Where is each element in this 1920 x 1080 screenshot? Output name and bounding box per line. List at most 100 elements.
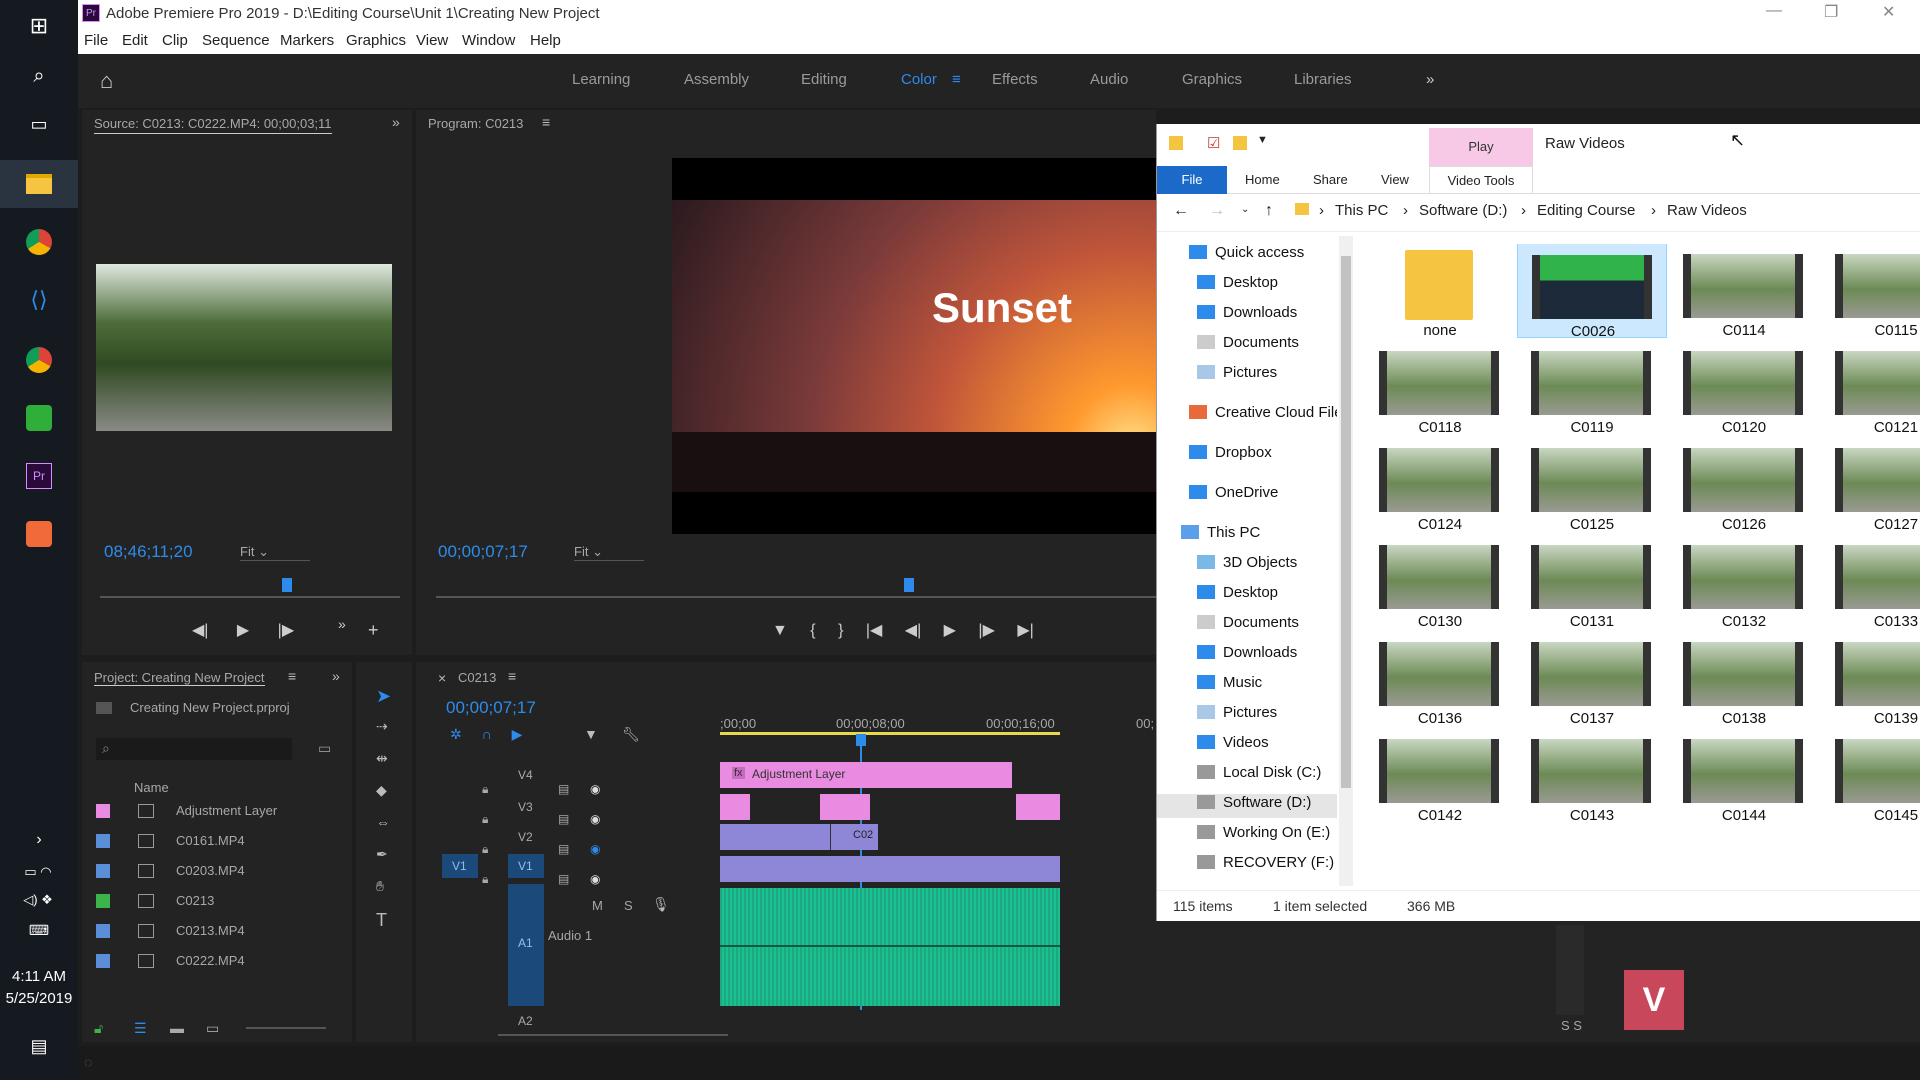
program-scrubber[interactable] xyxy=(436,596,1156,598)
project-menu-icon[interactable]: ≡ xyxy=(288,668,296,684)
file-thumbnail[interactable]: C0124 xyxy=(1375,436,1515,533)
menu-file[interactable]: File xyxy=(84,32,108,49)
track-output-icons[interactable]: ▤ ▤ ▤ ▤ xyxy=(558,774,569,894)
file-thumbnail[interactable]: C0131 xyxy=(1517,533,1667,630)
track-v2-label[interactable]: V2 xyxy=(518,830,533,844)
chrome-canary-icon[interactable] xyxy=(19,340,59,380)
workspace-color[interactable]: Color xyxy=(901,71,937,88)
nav-item[interactable]: Dropbox xyxy=(1189,444,1272,468)
pen-tool-icon[interactable]: ✒ xyxy=(376,846,388,863)
ribbon-tab-home[interactable]: Home xyxy=(1245,172,1280,187)
ripple-edit-tool-icon[interactable]: ⇹ xyxy=(376,750,388,767)
track-eye-icons[interactable]: ◉ ◉ ◉ ◉ xyxy=(590,774,600,894)
ribbon-context-play[interactable]: Play xyxy=(1429,128,1533,166)
slip-tool-icon[interactable]: ⇔ xyxy=(376,814,390,830)
nav-item[interactable]: Downloads xyxy=(1197,644,1297,668)
project-item-row[interactable]: C0213 xyxy=(96,890,326,914)
file-thumbnail[interactable]: C0125 xyxy=(1517,436,1667,533)
source-transport-controls[interactable]: ◀| ▶ |▶ xyxy=(192,620,294,640)
taskbar-clock[interactable]: 4:11 AM 5/25/2019 xyxy=(0,966,78,1010)
file-thumbnail[interactable]: C0114 xyxy=(1669,244,1819,339)
timeline-toggle-icons[interactable]: ✲ ∩ ▶︎ xyxy=(450,726,522,743)
project-item-row[interactable]: C0222.MP4 xyxy=(96,950,326,974)
home-icon[interactable]: ⌂ xyxy=(100,68,113,94)
menu-help[interactable]: Help xyxy=(530,32,561,49)
file-thumbnail[interactable]: C0145 xyxy=(1821,727,1920,824)
menu-window[interactable]: Window xyxy=(462,32,515,49)
workspace-graphics[interactable]: Graphics xyxy=(1182,71,1242,88)
timeline-timecode[interactable]: 00;00;07;17 xyxy=(446,698,536,718)
source-scrubber[interactable] xyxy=(100,596,400,598)
type-tool-icon[interactable]: T xyxy=(376,910,387,931)
close-sequence-icon[interactable]: × xyxy=(438,670,446,686)
nav-item[interactable]: Local Disk (C:) xyxy=(1197,764,1321,788)
nav-item[interactable]: Pictures xyxy=(1197,364,1277,388)
v1-clip-track[interactable] xyxy=(720,856,1060,882)
nav-item[interactable]: This PC xyxy=(1181,524,1260,548)
nav-item[interactable]: Software (D:) xyxy=(1157,794,1337,818)
minimize-icon[interactable]: — xyxy=(1766,2,1782,20)
sequence-menu-icon[interactable]: ≡ xyxy=(508,668,516,684)
file-thumbnail[interactable]: C0127 xyxy=(1821,436,1920,533)
forward-icon[interactable]: → xyxy=(1209,202,1225,220)
menu-sequence[interactable]: Sequence xyxy=(202,32,270,49)
program-transport-controls[interactable]: ▼ { } |◀ ◀| ▶ |▶ ▶| xyxy=(772,620,1034,640)
workspace-audio[interactable]: Audio xyxy=(1090,71,1128,88)
address-bar[interactable]: › This PC › Software (D:) › Editing Cour… xyxy=(1295,200,1920,226)
project-item-row[interactable]: Adjustment Layer xyxy=(96,800,326,824)
file-thumbnail[interactable]: C0138 xyxy=(1669,630,1819,727)
ribbon-tab-file[interactable]: File xyxy=(1157,166,1227,194)
file-thumbnail[interactable]: C0130 xyxy=(1375,533,1515,630)
program-monitor-title[interactable]: Program: C0213 xyxy=(428,116,523,131)
search-icon[interactable]: ⌕ xyxy=(19,56,59,96)
new-bin-icon[interactable]: ▭ xyxy=(318,740,331,757)
file-thumbnail[interactable]: C0120 xyxy=(1669,339,1819,436)
camtasia-icon[interactable] xyxy=(19,398,59,438)
track-lock-icons[interactable]: 🔒︎ 🔒︎ 🔒︎ 🔒︎ xyxy=(482,774,488,894)
nav-item[interactable]: Downloads xyxy=(1197,304,1297,328)
nav-scrollbar-thumb[interactable] xyxy=(1341,256,1351,788)
file-thumbnail[interactable]: C0119 xyxy=(1517,339,1667,436)
workspace-menu-icon[interactable]: ≡ xyxy=(952,71,961,88)
file-thumbnail[interactable]: C0026 xyxy=(1517,244,1667,340)
recent-locations-icon[interactable]: ⌄ xyxy=(1241,204,1249,215)
file-thumbnail[interactable]: C0142 xyxy=(1375,727,1515,824)
quick-access-dropdown-icon[interactable]: ▼ xyxy=(1257,134,1268,146)
nav-item[interactable]: Documents xyxy=(1197,334,1299,358)
zoom-slider[interactable] xyxy=(246,1027,326,1029)
program-menu-icon[interactable]: ≡ xyxy=(542,114,550,130)
source-more-icon[interactable]: » xyxy=(338,616,346,632)
playhead-handle[interactable] xyxy=(856,734,866,746)
label-color-swatch[interactable] xyxy=(96,864,110,878)
lock-icon[interactable]: 🔓︎ xyxy=(94,1020,103,1037)
source-monitor-title[interactable]: Source: C0213: C0222.MP4: 00;00;03;11 xyxy=(94,116,332,134)
nav-item[interactable]: RECOVERY (F:) xyxy=(1197,854,1334,878)
nav-item[interactable]: Videos xyxy=(1197,734,1269,758)
premiere-taskbar-icon[interactable]: Pr xyxy=(19,456,59,496)
v3-clip-3[interactable] xyxy=(1016,794,1060,820)
new-folder-icon[interactable] xyxy=(1233,136,1247,150)
source-patch-v1[interactable]: V1 xyxy=(442,854,478,878)
file-thumbnail[interactable]: none xyxy=(1375,244,1515,339)
workspace-libraries[interactable]: Libraries xyxy=(1294,71,1352,88)
file-thumbnail[interactable]: C0132 xyxy=(1669,533,1819,630)
solo-a1-button[interactable]: S xyxy=(624,898,633,913)
v3-clip-1[interactable] xyxy=(720,794,750,820)
breadcrumb-raw-videos[interactable]: Raw Videos xyxy=(1667,202,1747,219)
vscode-icon[interactable]: ⟨⟩ xyxy=(19,280,59,320)
sequence-tab[interactable]: C0213 xyxy=(458,670,496,685)
audio-a1-clip[interactable] xyxy=(720,888,1060,1006)
label-color-swatch[interactable] xyxy=(96,894,110,908)
label-color-swatch[interactable] xyxy=(96,954,110,968)
source-add-button-icon[interactable]: + xyxy=(368,620,379,641)
ribbon-tab-share[interactable]: Share xyxy=(1313,172,1348,187)
project-expand-icon[interactable]: » xyxy=(332,668,340,684)
file-thumbnail[interactable]: C0121 xyxy=(1821,339,1920,436)
restore-icon[interactable]: ❐ xyxy=(1824,2,1838,22)
file-thumbnail[interactable]: C0126 xyxy=(1669,436,1819,533)
mute-a1-button[interactable]: M xyxy=(592,898,603,913)
list-view-icon[interactable]: ☰ xyxy=(134,1020,147,1037)
workspace-learning[interactable]: Learning xyxy=(572,71,630,88)
project-name-column[interactable]: Name xyxy=(134,780,169,795)
task-view-icon[interactable]: ▭ xyxy=(19,104,59,144)
